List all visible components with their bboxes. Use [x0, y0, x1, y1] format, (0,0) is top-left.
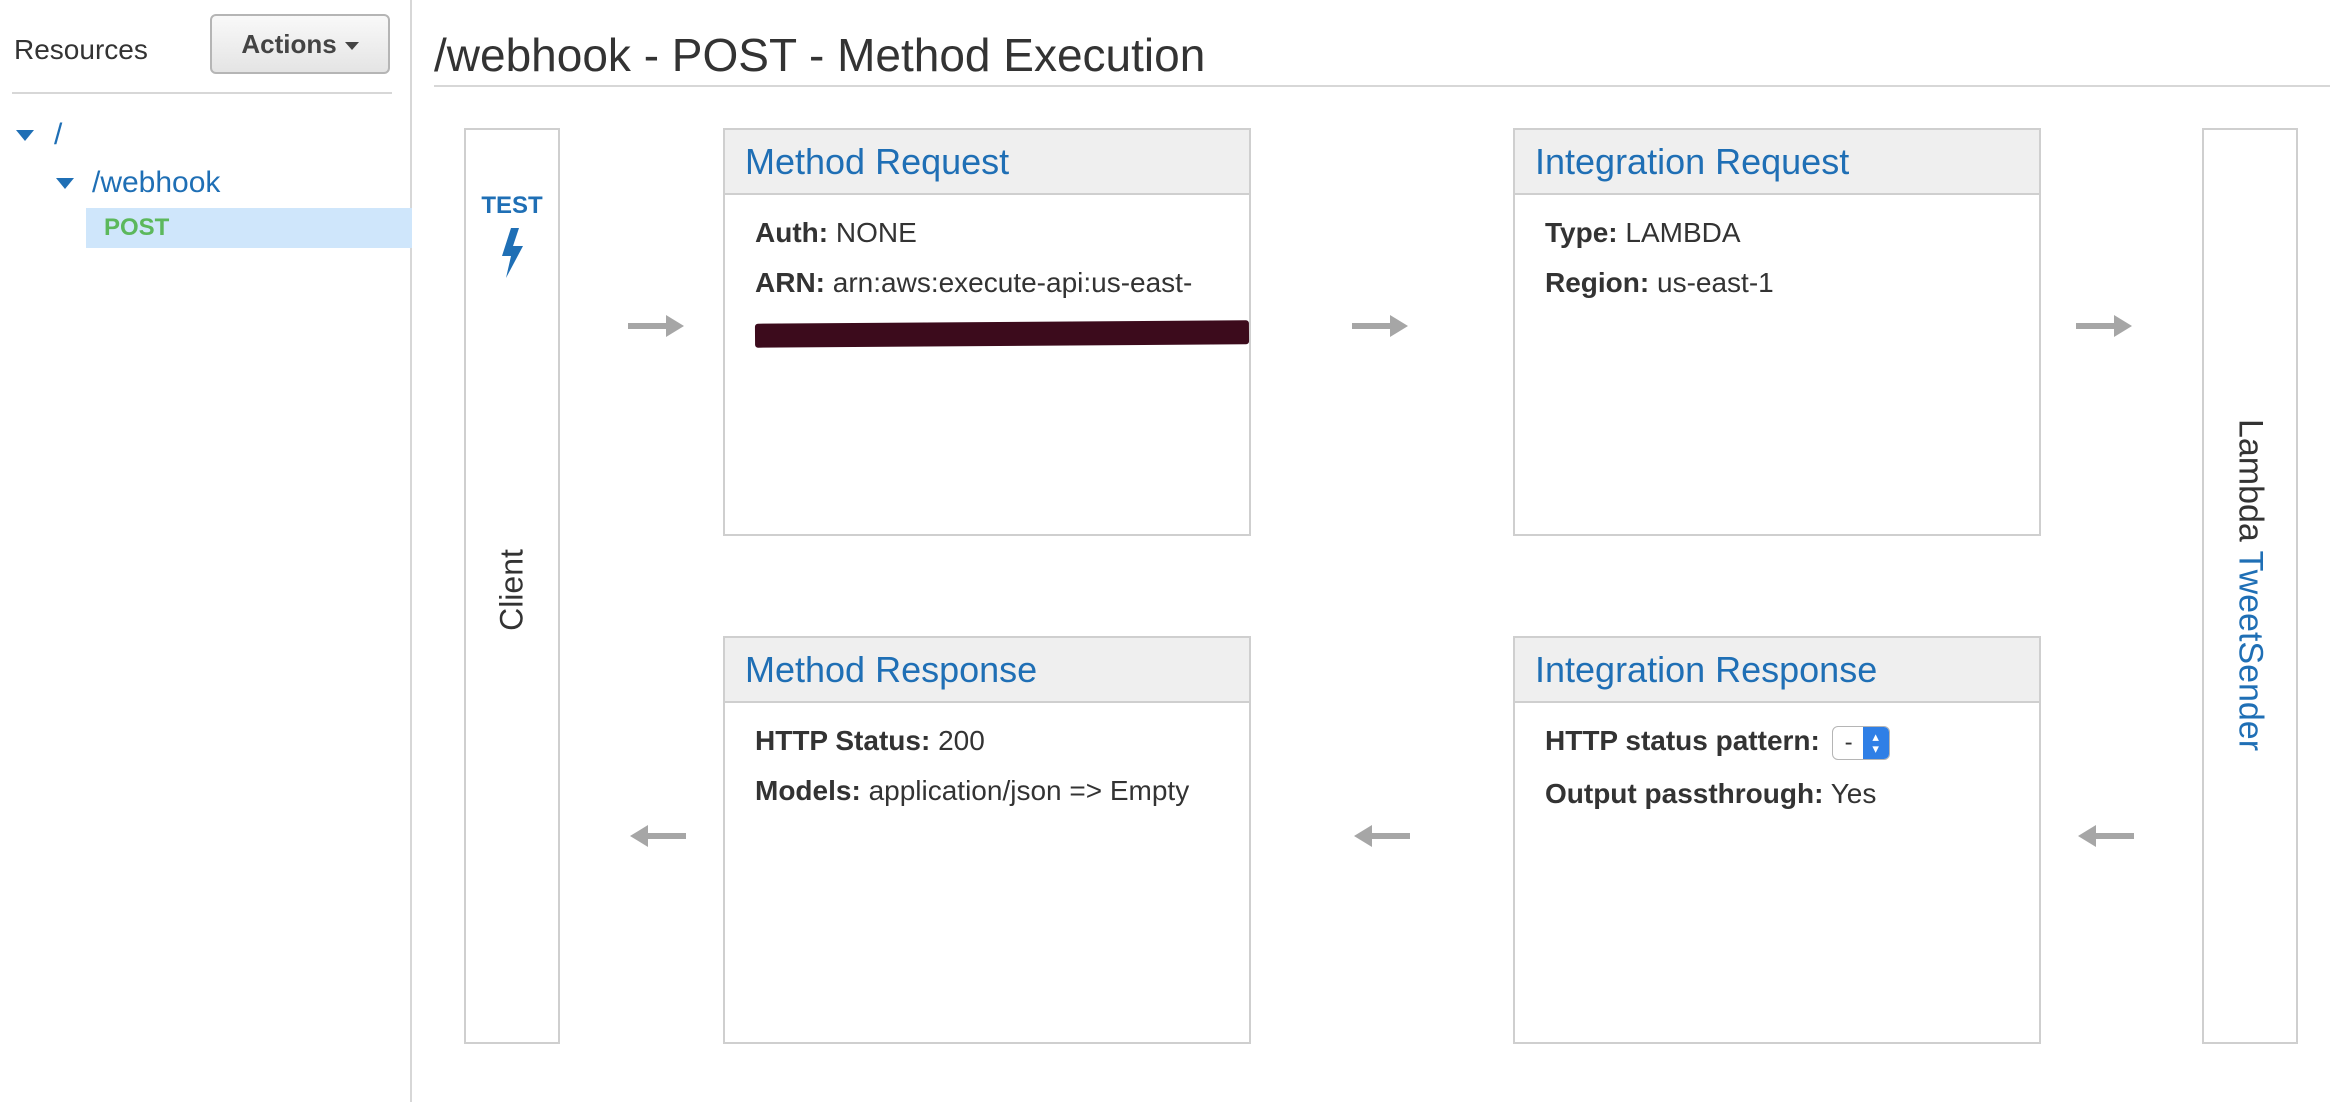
integration-request-link[interactable]: Integration Request: [1535, 141, 1849, 183]
lightning-bolt-icon[interactable]: [498, 228, 526, 278]
resources-heading: Resources: [14, 34, 148, 65]
tree-item-webhook[interactable]: /webhook: [56, 166, 220, 200]
expand-triangle-icon[interactable]: [16, 129, 34, 141]
arrow-left-icon: [1354, 825, 1410, 847]
test-link[interactable]: TEST: [466, 192, 558, 220]
models-row: Models: application/json => Empty: [755, 775, 1249, 807]
status-pattern-select[interactable]: - ▴ ▾: [1831, 725, 1890, 760]
arrow-right-icon: [2076, 315, 2132, 337]
select-stepper-icon: ▴ ▾: [1862, 726, 1889, 759]
lambda-prefix: Lambda: [2231, 418, 2270, 542]
arn-value: arn:aws:execute-api:us-east-: [832, 267, 1193, 298]
redaction-mark: [754, 320, 1250, 348]
caret-down-icon: [344, 42, 359, 50]
status-pattern-label: HTTP status pattern:: [1545, 725, 1820, 756]
models-label: Models:: [755, 775, 861, 806]
passthrough-value: Yes: [1830, 777, 1877, 809]
type-row: Type: LAMBDA: [1545, 217, 2039, 249]
title-divider: [434, 85, 2330, 87]
auth-value: NONE: [835, 217, 917, 248]
method-request-header: Method Request: [725, 130, 1249, 195]
method-request-link[interactable]: Method Request: [745, 141, 1009, 183]
arrow-left-icon: [630, 825, 686, 847]
passthrough-label: Output passthrough:: [1545, 777, 1824, 809]
region-row: Region: us-east-1: [1545, 267, 2039, 299]
expand-triangle-icon[interactable]: [56, 177, 74, 189]
resources-sidebar: Resources Actions / /webhook POST: [0, 0, 412, 1102]
status-pattern-value: -: [1844, 728, 1853, 756]
client-label: Client: [493, 549, 530, 631]
tree-item-post-selected[interactable]: POST: [86, 208, 412, 248]
arrow-right-icon: [628, 315, 684, 337]
tree-item-webhook-label[interactable]: /webhook: [92, 166, 220, 200]
actions-button[interactable]: Actions: [210, 14, 390, 74]
post-method-label[interactable]: POST: [104, 214, 169, 242]
arrow-left-icon: [2078, 825, 2134, 847]
http-status-label: HTTP Status:: [755, 725, 931, 756]
tree-item-root[interactable]: /: [16, 118, 62, 152]
arrow-right-icon: [1352, 315, 1408, 337]
models-value: application/json => Empty: [868, 775, 1190, 806]
lambda-panel: Lambda TweetSender: [2202, 128, 2298, 1044]
actions-label: Actions: [241, 28, 337, 59]
tree-item-root-label[interactable]: /: [54, 118, 62, 152]
region-value: us-east-1: [1657, 267, 1774, 298]
auth-label: Auth:: [755, 217, 829, 248]
method-response-card: Method Response HTTP Status: 200 Models:…: [723, 636, 1251, 1044]
page-title: /webhook - POST - Method Execution: [434, 29, 1206, 81]
integration-response-header: Integration Response: [1515, 638, 2039, 703]
type-label: Type:: [1545, 217, 1618, 248]
integration-request-card: Integration Request Type: LAMBDA Region:…: [1513, 128, 2041, 536]
integration-request-header: Integration Request: [1515, 130, 2039, 195]
region-label: Region:: [1545, 267, 1650, 298]
arn-label: ARN:: [755, 267, 825, 298]
status-pattern-row: HTTP status pattern: - ▴ ▾: [1545, 725, 2039, 760]
lambda-function-link[interactable]: TweetSender: [2232, 551, 2270, 751]
method-response-link[interactable]: Method Response: [745, 649, 1037, 691]
integration-response-card: Integration Response HTTP status pattern…: [1513, 636, 2041, 1044]
passthrough-row: Output passthrough: Yes: [1545, 778, 2039, 810]
http-status-row: HTTP Status: 200: [755, 725, 1249, 757]
method-request-card: Method Request Auth: NONE ARN: arn:aws:e…: [723, 128, 1251, 536]
arn-row: ARN: arn:aws:execute-api:us-east-: [755, 267, 1249, 299]
auth-row: Auth: NONE: [755, 217, 1249, 249]
lambda-label: Lambda TweetSender: [2231, 419, 2270, 751]
sidebar-divider: [12, 92, 392, 94]
http-status-value: 200: [938, 725, 985, 756]
client-panel: TEST Client: [464, 128, 560, 1044]
integration-response-link[interactable]: Integration Response: [1535, 649, 1877, 691]
method-response-header: Method Response: [725, 638, 1249, 703]
type-value: LAMBDA: [1625, 217, 1741, 248]
